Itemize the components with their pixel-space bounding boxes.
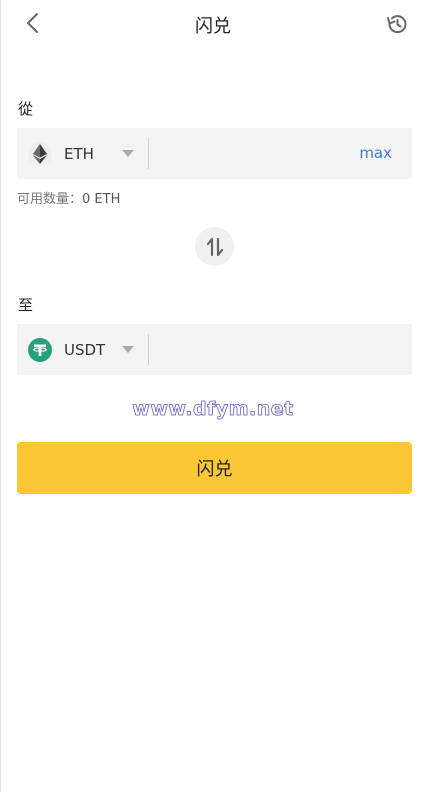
to-label: 至 (18, 296, 34, 314)
watermark-text: www.dfym.net (132, 398, 294, 421)
from-field: ETH max (17, 128, 412, 179)
swap-direction-button[interactable] (195, 227, 234, 266)
available-amount: 0 ETH (82, 192, 121, 207)
history-button[interactable] (383, 10, 411, 38)
caret-down-icon (122, 346, 134, 353)
swap-vertical-icon (206, 237, 223, 256)
page-title: 闪兑 (195, 16, 231, 37)
flash-swap-button[interactable]: 闪兑 (17, 442, 412, 494)
ethereum-icon (28, 141, 52, 166)
caret-down-icon (122, 150, 134, 157)
available-label: 可用数量： (17, 192, 83, 207)
flash-swap-screen: 闪兑 從 ETH max 可用数量：0 ETH 至 USDT www.dfym.… (0, 0, 425, 792)
to-field: USDT (17, 324, 412, 375)
from-token-selector[interactable]: ETH (17, 128, 149, 179)
available-balance: 可用数量：0 ETH (17, 188, 120, 207)
field-divider (148, 138, 149, 169)
from-token-name: ETH (64, 144, 94, 163)
to-token-selector[interactable]: USDT (17, 324, 149, 375)
from-label: 從 (18, 100, 34, 118)
history-icon (387, 15, 407, 34)
header: 闪兑 (1, 0, 425, 48)
tether-icon (28, 337, 52, 362)
from-amount-input[interactable] (157, 136, 351, 173)
to-token-name: USDT (64, 340, 106, 359)
max-button[interactable]: max (359, 144, 392, 162)
to-amount-input[interactable] (157, 332, 351, 369)
field-divider (148, 334, 149, 365)
